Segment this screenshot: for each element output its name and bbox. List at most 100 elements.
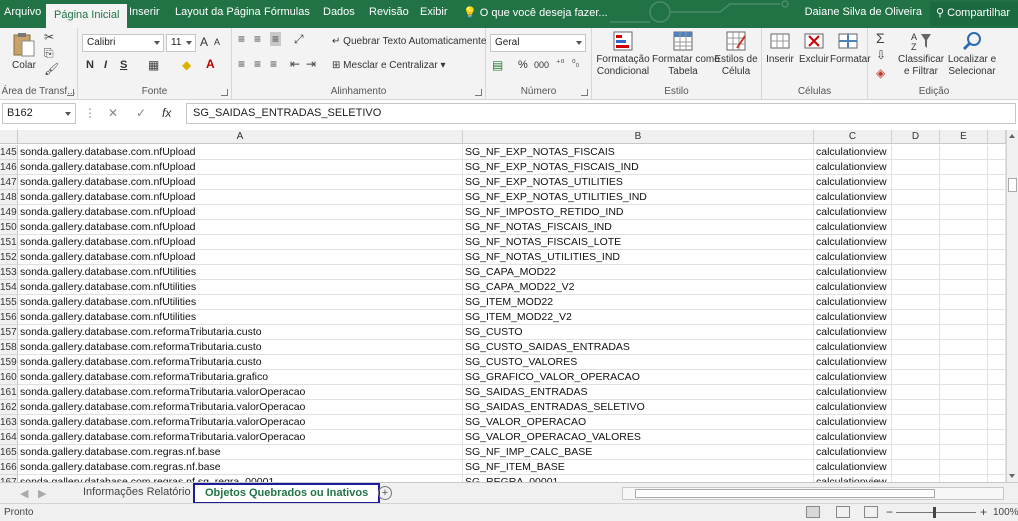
row-header[interactable]: 157 <box>0 325 18 340</box>
cell-c[interactable]: calculationview <box>814 400 892 415</box>
cell-b[interactable]: SG_CUSTO <box>463 325 814 340</box>
cell-d[interactable] <box>892 310 940 325</box>
add-sheet-button[interactable]: + <box>378 486 392 500</box>
cell-e[interactable] <box>940 250 988 265</box>
row-header[interactable]: 161 <box>0 385 18 400</box>
cell-e[interactable] <box>940 175 988 190</box>
cell-f[interactable] <box>988 250 1006 265</box>
number-format-dropdown[interactable]: Geral <box>490 34 586 52</box>
cell-c[interactable]: calculationview <box>814 265 892 280</box>
cell-d[interactable] <box>892 175 940 190</box>
cell-b[interactable]: SG_NF_IMPOSTO_RETIDO_IND <box>463 205 814 220</box>
cell-c[interactable]: calculationview <box>814 445 892 460</box>
next-sheet-icon[interactable]: ▶ <box>38 487 46 500</box>
format-cells-button[interactable]: Formatar <box>830 30 871 66</box>
row-header[interactable]: 155 <box>0 295 18 310</box>
tab-dados[interactable]: Dados <box>323 6 355 18</box>
cell-a[interactable]: sonda.gallery.database.com.nfUpload <box>18 220 463 235</box>
cell-f[interactable] <box>988 415 1006 430</box>
cell-a[interactable]: sonda.gallery.database.com.nfUpload <box>18 205 463 220</box>
cell-d[interactable] <box>892 445 940 460</box>
cell-d[interactable] <box>892 340 940 355</box>
cell-d[interactable] <box>892 190 940 205</box>
cell-e[interactable] <box>940 205 988 220</box>
horizontal-scroll-thumb[interactable] <box>635 489 935 498</box>
cell-e[interactable] <box>940 145 988 160</box>
merge-center-button[interactable]: ⊞ Mesclar e Centralizar ▾ <box>332 60 445 72</box>
cell-e[interactable] <box>940 370 988 385</box>
tab-exibir[interactable]: Exibir <box>420 6 448 18</box>
align-bottom-icon[interactable]: ≡ <box>270 32 282 46</box>
cell-f[interactable] <box>988 160 1006 175</box>
cell-b[interactable]: SG_NF_EXP_NOTAS_UTILITIES <box>463 175 814 190</box>
cell-d[interactable] <box>892 205 940 220</box>
wrap-text-button[interactable]: ↵ Quebrar Texto Automaticamente <box>332 36 486 48</box>
cell-f[interactable] <box>988 430 1006 445</box>
align-left-icon[interactable]: ≡ <box>238 57 245 71</box>
cell-e[interactable] <box>940 475 988 482</box>
cell-c[interactable]: calculationview <box>814 160 892 175</box>
decrease-decimal-icon[interactable]: ⁰₀ <box>572 58 579 69</box>
cell-d[interactable] <box>892 250 940 265</box>
clipboard-launcher-icon[interactable] <box>67 89 74 96</box>
orientation-icon[interactable]: ⤢ <box>294 32 304 47</box>
cell-b[interactable]: SG_GRAFICO_VALOR_OPERACAO <box>463 370 814 385</box>
align-top-icon[interactable]: ≡ <box>238 32 245 46</box>
cell-e[interactable] <box>940 235 988 250</box>
cell-d[interactable] <box>892 385 940 400</box>
cell-e[interactable] <box>940 160 988 175</box>
alignment-launcher-icon[interactable] <box>475 89 482 96</box>
cell-f[interactable] <box>988 280 1006 295</box>
decrease-indent-icon[interactable]: ⇤ <box>290 57 300 71</box>
cell-a[interactable]: sonda.gallery.database.com.nfUtilities <box>18 280 463 295</box>
cell-f[interactable] <box>988 205 1006 220</box>
format-painter-icon[interactable]: 🖌 <box>44 62 59 76</box>
cell-c[interactable]: calculationview <box>814 235 892 250</box>
spreadsheet-grid[interactable]: A B C D E 145 sonda.gallery.database.com.… <box>0 130 1006 482</box>
cell-d[interactable] <box>892 430 940 445</box>
cell-d[interactable] <box>892 235 940 250</box>
select-all-corner[interactable] <box>0 130 18 144</box>
cell-e[interactable] <box>940 280 988 295</box>
cell-b[interactable]: SG_ITEM_MOD22_V2 <box>463 310 814 325</box>
row-header[interactable]: 149 <box>0 205 18 220</box>
insert-function-icon[interactable]: fx <box>162 106 171 120</box>
cell-b[interactable]: SG_CAPA_MOD22 <box>463 265 814 280</box>
conditional-formatting-button[interactable]: Formatação Condicional <box>596 30 650 78</box>
formula-input[interactable]: SG_SAIDAS_ENTRADAS_SELETIVO <box>186 103 1016 124</box>
cell-e[interactable] <box>940 430 988 445</box>
cell-e[interactable] <box>940 190 988 205</box>
cell-b[interactable]: SG_CAPA_MOD22_V2 <box>463 280 814 295</box>
cell-a[interactable]: sonda.gallery.database.com.reformaTribut… <box>18 385 463 400</box>
cell-a[interactable]: sonda.gallery.database.com.regras.nf.bas… <box>18 445 463 460</box>
cell-b[interactable]: SG_CUSTO_SAIDAS_ENTRADAS <box>463 340 814 355</box>
cell-a[interactable]: sonda.gallery.database.com.nfUpload <box>18 235 463 250</box>
cell-e[interactable] <box>940 310 988 325</box>
prev-sheet-icon[interactable]: ◀ <box>20 487 28 500</box>
tab-inserir[interactable]: Inserir <box>129 6 160 18</box>
column-header-b[interactable]: B <box>463 130 814 144</box>
cut-icon[interactable]: ✂ <box>44 30 54 44</box>
cell-b[interactable]: SG_NF_EXP_NOTAS_UTILITIES_IND <box>463 190 814 205</box>
increase-indent-icon[interactable]: ⇥ <box>306 57 316 71</box>
tab-pagina-inicial[interactable]: Página Inicial <box>46 4 128 28</box>
cell-b[interactable]: SG_REGRA_00001 <box>463 475 814 482</box>
cell-e[interactable] <box>940 220 988 235</box>
cell-c[interactable]: calculationview <box>814 295 892 310</box>
insert-cells-button[interactable]: Inserir <box>764 30 796 66</box>
cell-f[interactable] <box>988 370 1006 385</box>
cell-b[interactable]: SG_NF_IMP_CALC_BASE <box>463 445 814 460</box>
cell-a[interactable]: sonda.gallery.database.com.nfUpload <box>18 250 463 265</box>
currency-icon[interactable]: ▤ <box>492 58 503 72</box>
cell-a[interactable]: sonda.gallery.database.com.nfUpload <box>18 175 463 190</box>
cell-b[interactable]: SG_NF_NOTAS_UTILITIES_IND <box>463 250 814 265</box>
cell-d[interactable] <box>892 265 940 280</box>
row-header[interactable]: 164 <box>0 430 18 445</box>
row-header[interactable]: 159 <box>0 355 18 370</box>
cell-e[interactable] <box>940 385 988 400</box>
font-launcher-icon[interactable] <box>221 89 228 96</box>
zoom-slider-knob[interactable] <box>933 507 936 518</box>
sheet-tab-informacoes[interactable]: Informações Relatório <box>73 483 202 503</box>
cell-d[interactable] <box>892 325 940 340</box>
cell-e[interactable] <box>940 400 988 415</box>
